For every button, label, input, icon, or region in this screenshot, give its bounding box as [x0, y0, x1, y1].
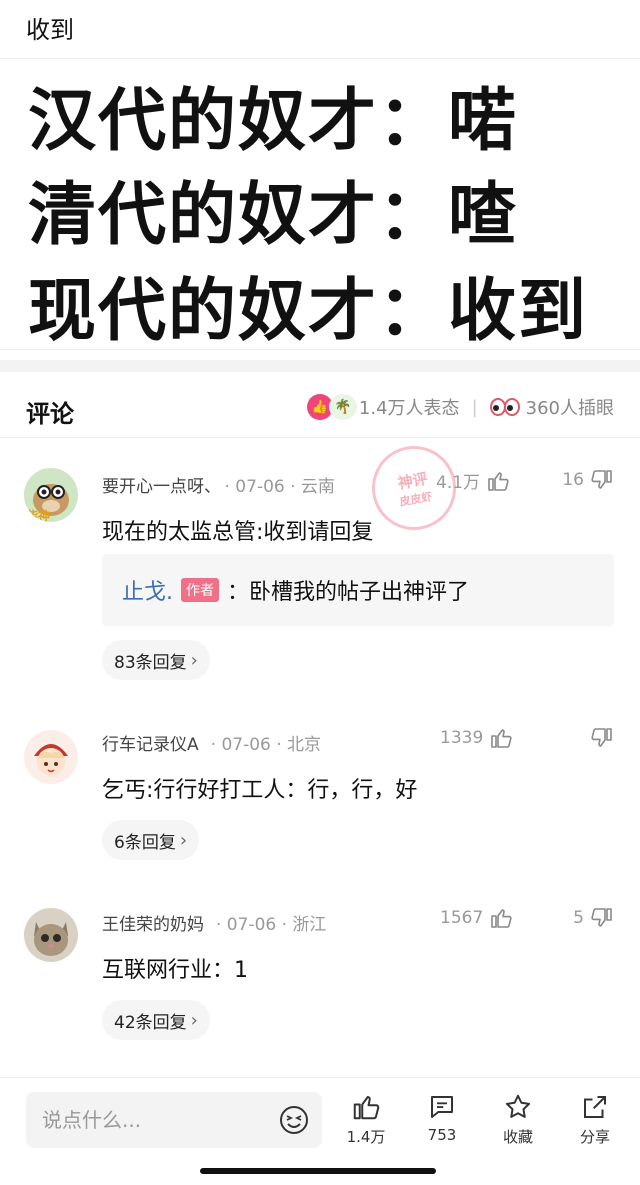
chevron-right-icon: ›	[179, 829, 188, 851]
comment-input-box[interactable]	[26, 1092, 322, 1148]
god-comment-stamp: 神评 皮皮虾	[365, 439, 463, 537]
post-like-count: 1.4万	[346, 1128, 386, 1146]
author-badge: 作者	[181, 578, 219, 602]
post-title: 收到	[26, 16, 74, 44]
thumbs-up-icon	[491, 729, 512, 748]
avatar[interactable]: 柴神	[24, 468, 78, 522]
comment-date-location: · 07-06 · 北京	[210, 735, 322, 755]
thumbs-up-icon	[491, 909, 512, 928]
featured-reply[interactable]: 止戈. 作者 ：卧槽我的帖子出神评了	[102, 554, 614, 626]
meme-line-2: 清代的奴才：喳	[28, 176, 519, 255]
favorite-button[interactable]: 收藏	[486, 1092, 550, 1147]
meme-line-1: 汉代的奴才：喏	[28, 82, 519, 161]
share-label: 分享	[579, 1128, 610, 1146]
side-eye-count: 360人插眼	[525, 398, 614, 419]
reaction-summary[interactable]: 👍 🌴 1.4万人表态 | 360人插眼	[306, 394, 614, 420]
comment-author[interactable]: 王佳荣的奶妈	[102, 915, 204, 935]
view-replies-button[interactable]: 83条回复 ›	[102, 640, 210, 680]
dislike-button[interactable]	[584, 726, 614, 750]
comment-meta: 行车记录仪A · 07-06 · 北京	[102, 730, 321, 755]
meme-line-3: 现代的奴才：收到	[28, 272, 589, 351]
palm-reaction-icon: 🌴	[328, 394, 357, 420]
chevron-right-icon: ›	[190, 1009, 198, 1031]
dislike-count: 5	[573, 908, 584, 928]
dislike-count: 16	[562, 470, 584, 490]
like-button[interactable]: 1339	[440, 726, 513, 750]
reply-author[interactable]: 止戈.	[122, 574, 173, 606]
thumbs-up-icon	[488, 471, 509, 491]
avatar[interactable]	[24, 730, 78, 784]
comment-meta: 要开心一点呀、 · 07-06 · 云南	[102, 472, 335, 497]
thumbs-down-icon	[591, 470, 612, 489]
comments-button[interactable]: 753	[410, 1092, 474, 1144]
post-comment-count: 753	[427, 1126, 457, 1144]
home-indicator[interactable]	[200, 1168, 436, 1174]
chevron-right-icon: ›	[190, 649, 198, 671]
side-eye-icon	[489, 396, 520, 418]
comment-text: 乞丐:行行好打工人：行，行，好	[102, 778, 418, 803]
section-divider	[0, 360, 640, 372]
share-icon	[584, 1096, 606, 1118]
like-button[interactable]: 1567	[440, 906, 513, 930]
like-count: 1567	[440, 908, 484, 928]
favorite-label: 收藏	[502, 1128, 533, 1146]
svg-text:柴神: 柴神	[25, 508, 50, 522]
separator: |	[471, 396, 478, 418]
thumbs-down-icon	[591, 908, 612, 927]
dislike-button[interactable]: 16	[562, 468, 614, 492]
comment-text: 互联网行业：1	[102, 958, 248, 983]
emoji-icon[interactable]	[278, 1104, 310, 1136]
replies-count: 83条回复	[114, 652, 187, 673]
comment-text: 现在的太监总管:收到请回复	[102, 520, 374, 545]
comment-author[interactable]: 要开心一点呀、	[102, 477, 213, 497]
replies-count: 42条回复	[114, 1012, 187, 1033]
thumbs-down-icon	[591, 728, 612, 747]
comment-author[interactable]: 行车记录仪A	[102, 735, 199, 755]
thumbs-up-icon	[353, 1096, 380, 1120]
comment-input[interactable]	[26, 1092, 266, 1148]
reply-text: ：卧槽我的帖子出神评了	[227, 580, 470, 605]
comments-title: 评论	[26, 400, 74, 428]
reaction-icons: 👍 🌴	[306, 394, 359, 420]
share-button[interactable]: 分享	[563, 1092, 627, 1147]
comments-header: 评论 👍 🌴 1.4万人表态 | 360人插眼	[0, 376, 640, 438]
avatar[interactable]	[24, 908, 78, 962]
view-replies-button[interactable]: 6条回复 ›	[102, 820, 200, 860]
view-replies-button[interactable]: 42条回复 ›	[102, 1000, 210, 1040]
replies-count: 6条回复	[114, 832, 176, 853]
comment-date-location: · 07-06 · 云南	[224, 477, 335, 497]
like-count: 1339	[440, 728, 484, 748]
like-post-button[interactable]: 1.4万	[334, 1092, 398, 1147]
post-image[interactable]: 汉代的奴才：喏 清代的奴才：喳 现代的奴才：收到	[0, 58, 640, 351]
comment-icon	[431, 1096, 453, 1118]
dislike-button[interactable]: 5	[573, 906, 614, 930]
reactions-count: 1.4万人表态	[358, 398, 460, 419]
comment-date-location: · 07-06 · 浙江	[216, 915, 327, 935]
star-icon	[506, 1094, 530, 1118]
comment-meta: 王佳荣的奶妈 · 07-06 · 浙江	[102, 910, 326, 935]
